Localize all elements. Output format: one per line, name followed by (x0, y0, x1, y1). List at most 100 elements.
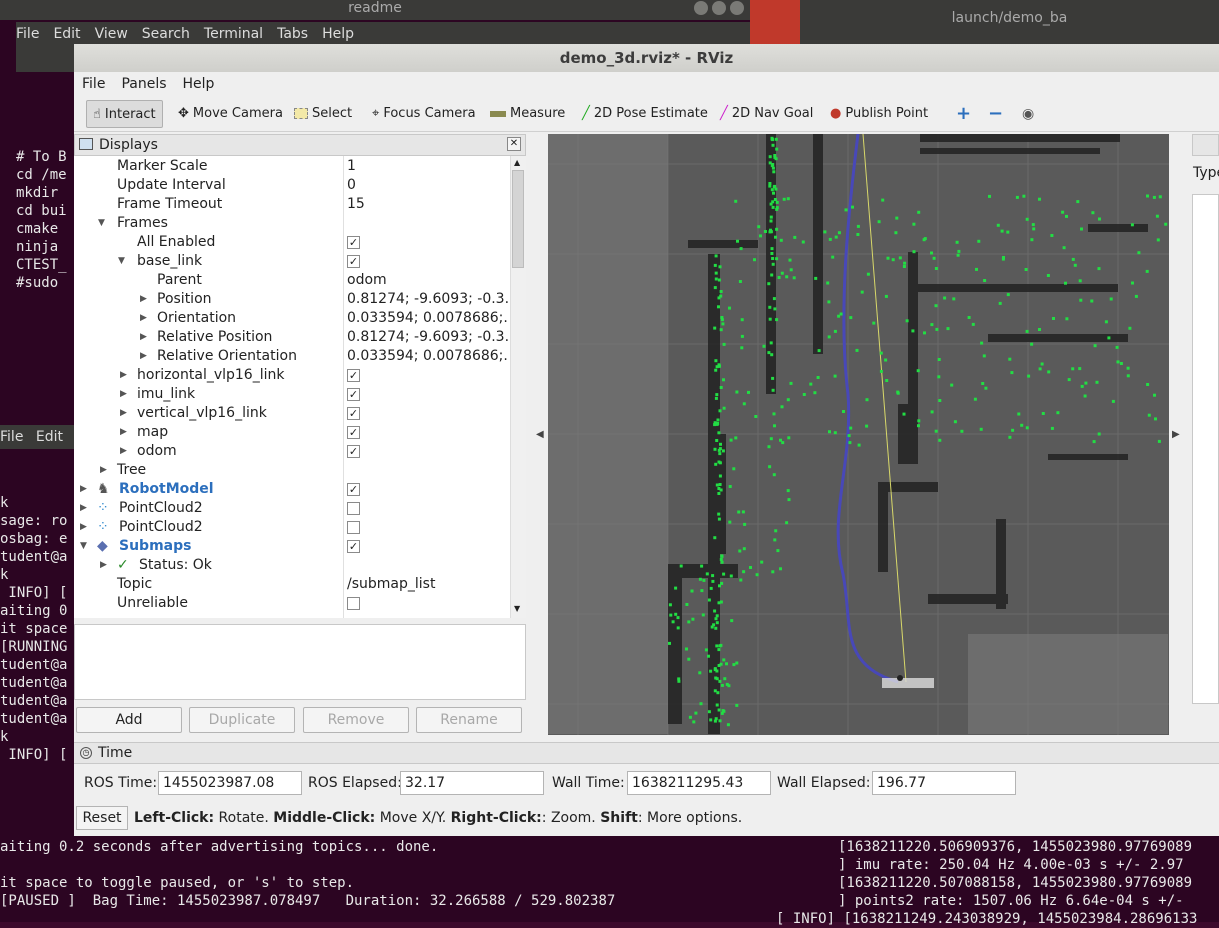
tree-row[interactable]: ▶ odom ✓ (74, 442, 510, 461)
menu-edit[interactable]: Edit (53, 26, 80, 42)
terminal-text: # To Bcd /me mkdir cd bui cmake ninja CTEST_ #… (16, 149, 67, 291)
tree-row[interactable]: ▶ ⁘ PointCloud2 (74, 499, 510, 518)
collapsed-arrow-icon: ▶ (140, 294, 147, 304)
render-canvas[interactable] (548, 134, 1169, 735)
tree-row[interactable]: ▶ Position 0.81274; -9.6093; -0.3... (74, 290, 510, 309)
displays-tree: Marker Scale 1 Update Interval 0 Frame Tim… (74, 156, 510, 618)
select-button[interactable]: Select (288, 100, 358, 128)
collapsed-arrow-icon: ▶ (140, 351, 147, 361)
collapsed-arrow-icon: ▶ (120, 370, 127, 380)
wall-time-field[interactable]: 1638211295.43 (627, 771, 771, 795)
checkbox[interactable]: ✓ (347, 444, 360, 458)
duplicate-button[interactable]: Duplicate (189, 707, 295, 733)
crosshair-icon: ⌖ (372, 106, 380, 121)
checkbox[interactable] (347, 596, 360, 610)
scrollbar-thumb[interactable] (512, 170, 524, 268)
eye-icon[interactable]: ◉ (1016, 100, 1040, 128)
trajectory-path (836, 134, 899, 684)
property-description (74, 624, 526, 700)
tree-row[interactable]: Unreliable (74, 594, 510, 613)
checkbox[interactable]: ✓ (347, 406, 360, 420)
add-button[interactable]: Add (76, 707, 182, 733)
terminal-line: ] imu rate: 250.04 Hz 4.00e-03 s +/- 2.9… (838, 857, 1184, 873)
checkbox[interactable]: ✓ (347, 368, 360, 382)
collapsed-arrow-icon: ▶ (80, 484, 87, 494)
tree-row[interactable]: ▶ imu_link ✓ (74, 385, 510, 404)
menu-help[interactable]: Help (322, 26, 354, 42)
tree-row[interactable]: ▼ ◆ Submaps ✓ (74, 537, 510, 556)
menu-file[interactable]: File (74, 72, 113, 96)
scroll-up-icon: ▲ (514, 158, 521, 167)
publish-point-button[interactable]: ● Publish Point (824, 100, 934, 128)
move-camera-button[interactable]: ✥ Move Camera (172, 100, 289, 128)
toolbar: ☝ Interact ✥ Move Camera Select ⌖ Focus Cam… (74, 96, 1219, 132)
tree-row[interactable]: ▼ Frames (74, 214, 510, 233)
tree-row[interactable]: ▶ horizontal_vlp16_link ✓ (74, 366, 510, 385)
checkbox[interactable]: ✓ (347, 425, 360, 439)
measure-button[interactable]: Measure (484, 100, 571, 128)
reset-button[interactable]: Reset (76, 806, 128, 830)
collapsed-arrow-icon: ▶ (140, 313, 147, 323)
terminal-tab[interactable] (16, 46, 76, 72)
tree-row[interactable]: Topic/submap_list (74, 575, 510, 594)
tree-row[interactable]: ▼ base_link ✓ (74, 252, 510, 271)
column-divider[interactable] (343, 156, 344, 618)
tree-row[interactable]: Frame Timeout 15 (74, 195, 510, 214)
tree-row[interactable]: ▶ ♞ RobotModel ✓ (74, 480, 510, 499)
remove-tool-icon[interactable]: − (982, 100, 1009, 128)
menu-search[interactable]: Search (142, 26, 190, 42)
terminal-line: [ INFO] [1638211249.243038929, 145502398… (776, 911, 1198, 927)
menu-edit[interactable]: Edit (36, 429, 63, 445)
menu-help[interactable]: Help (175, 72, 223, 96)
minimize-icon[interactable] (694, 1, 708, 15)
nav-goal-button[interactable]: ╱ 2D Nav Goal (714, 100, 819, 128)
wall-elapsed-field[interactable]: 196.77 (872, 771, 1016, 795)
tree-row[interactable]: Marker Scale 1 (74, 157, 510, 176)
menu-panels[interactable]: Panels (113, 72, 174, 96)
tree-row[interactable]: ▶ ⁘ PointCloud2 (74, 518, 510, 537)
bottom-terminal: aiting 0.2 seconds after advertising top… (0, 836, 1219, 927)
close-icon[interactable]: ✕ (507, 137, 521, 151)
tree-row[interactable]: ▶ map ✓ (74, 423, 510, 442)
menu-file[interactable]: File (16, 26, 39, 42)
rename-button[interactable]: Rename (416, 707, 522, 733)
menu-file[interactable]: File (0, 429, 23, 445)
tree-row[interactable]: Parent odom (74, 271, 510, 290)
pose-estimate-button[interactable]: ╱ 2D Pose Estimate (576, 100, 714, 128)
collapse-right-icon[interactable]: ▶ (1172, 429, 1180, 440)
tree-row[interactable]: ▶ Relative Orientation 0.033594; 0.0078686… (74, 347, 510, 366)
close-icon[interactable] (730, 1, 744, 15)
time-panel-header: ◷ Time (74, 742, 1219, 764)
focus-camera-button[interactable]: ⌖ Focus Camera (366, 100, 482, 128)
ros-elapsed-field[interactable]: 32.17 (400, 771, 544, 795)
checkbox[interactable]: ✓ (347, 254, 360, 268)
menu-terminal[interactable]: Terminal (204, 26, 263, 42)
ros-time-field[interactable]: 1455023987.08 (158, 771, 302, 795)
rviz-window: demo_3d.rviz* - RViz File Panels Help ☝ Int… (74, 44, 1219, 836)
checkbox[interactable]: ✓ (347, 387, 360, 401)
maximize-icon[interactable] (712, 1, 726, 15)
tree-row[interactable]: ▶ Tree (74, 461, 510, 480)
collapsed-arrow-icon: ▶ (80, 503, 87, 513)
tree-row[interactable]: ▶ Orientation 0.033594; 0.0078686;... (74, 309, 510, 328)
3d-render-view[interactable] (548, 134, 1169, 735)
tree-row[interactable]: Update Interval 0 (74, 176, 510, 195)
ros-time-label: ROS Time: (84, 775, 158, 791)
tree-row[interactable]: All Enabled ✓ (74, 233, 510, 252)
collapse-left-icon[interactable]: ◀ (536, 429, 544, 440)
interact-button[interactable]: ☝ Interact (86, 100, 163, 128)
views-list[interactable] (1192, 194, 1219, 704)
tree-row[interactable]: ▶ vertical_vlp16_link ✓ (74, 404, 510, 423)
checkbox[interactable]: ✓ (347, 482, 360, 496)
checkbox[interactable]: ✓ (347, 235, 360, 249)
ruler-icon (490, 110, 506, 117)
menu-view[interactable]: View (95, 26, 128, 42)
menu-tabs[interactable]: Tabs (277, 26, 308, 42)
checkbox[interactable]: ✓ (347, 539, 360, 553)
add-tool-icon[interactable]: + (950, 100, 977, 128)
remove-button[interactable]: Remove (303, 707, 409, 733)
tree-row[interactable]: ▶ ✓ Status: Ok (74, 556, 510, 575)
checkbox[interactable] (347, 501, 360, 515)
checkbox[interactable] (347, 520, 360, 534)
tree-row[interactable]: ▶ Relative Position 0.81274; -9.6093; -0.3… (74, 328, 510, 347)
